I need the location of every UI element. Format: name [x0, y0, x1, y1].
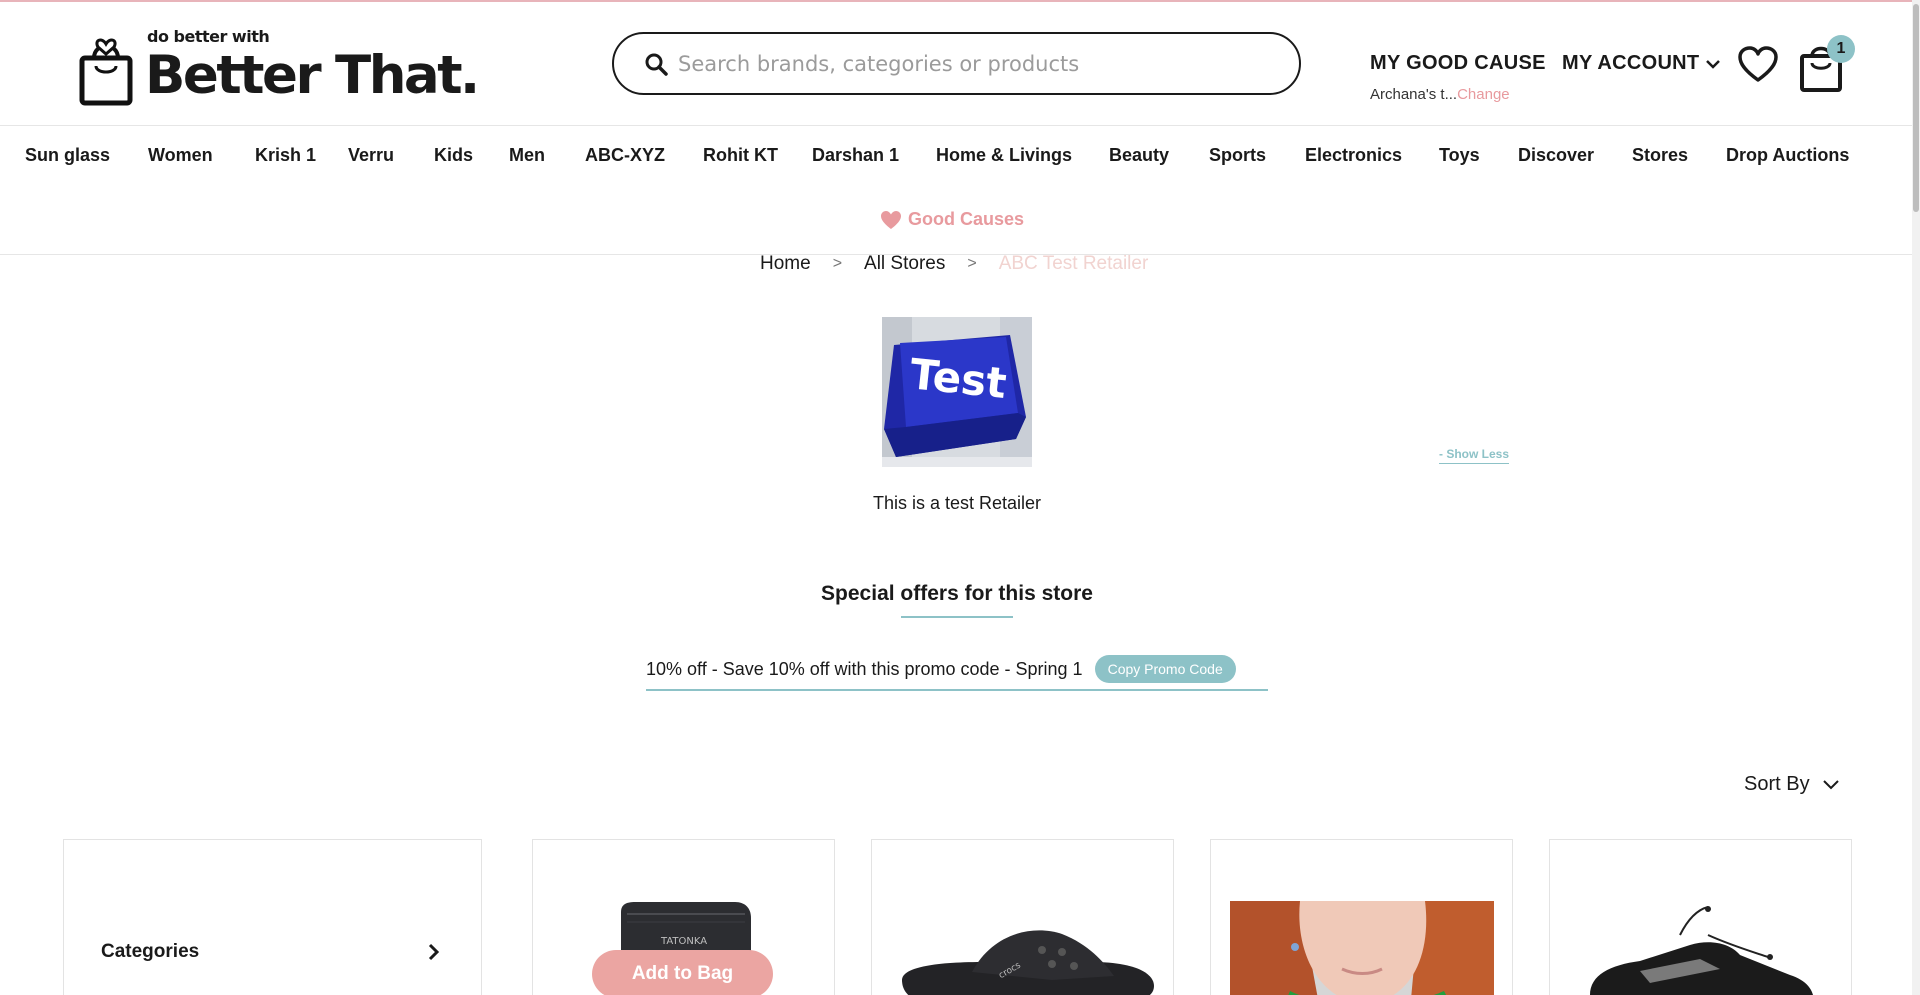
heart-filled-icon	[881, 210, 901, 229]
product-card[interactable]: crocs	[871, 839, 1174, 995]
my-account-menu[interactable]: MY ACCOUNT	[1562, 52, 1721, 75]
breadcrumb: Home > All Stores > ABC Test Retailer	[760, 253, 1148, 275]
breadcrumb-home[interactable]: Home	[760, 253, 811, 275]
breadcrumb-separator: >	[967, 255, 977, 272]
product-shoe-image	[1590, 906, 1813, 995]
breadcrumb-all-stores[interactable]: All Stores	[864, 253, 945, 275]
breadcrumb-current: ABC Test Retailer	[998, 253, 1149, 274]
nav-item-drop-auctions[interactable]: Drop Auctions	[1726, 145, 1849, 166]
nav-item-beauty[interactable]: Beauty	[1109, 145, 1169, 166]
nav-item-women[interactable]: Women	[148, 145, 213, 166]
sort-by-dropdown[interactable]: Sort By	[1744, 773, 1840, 796]
product-card[interactable]	[1549, 839, 1852, 995]
nav-item-discover[interactable]: Discover	[1518, 145, 1594, 166]
show-less-link[interactable]: - Show Less	[1439, 447, 1510, 464]
nav-item-darshan-1[interactable]: Darshan 1	[812, 145, 899, 166]
chevron-down-icon	[1822, 780, 1839, 790]
add-to-bag-button[interactable]: Add to Bag	[592, 950, 773, 995]
sort-by-label: Sort By	[1744, 773, 1810, 795]
offers-heading-underline	[901, 616, 1013, 618]
shopping-bag-logo-icon	[79, 38, 133, 106]
promo-offer: 10% off - Save 10% off with this promo c…	[646, 649, 1268, 691]
heart-icon[interactable]	[1738, 46, 1778, 84]
store-logo-image: Test	[882, 317, 1032, 467]
nav-item-verru[interactable]: Verru	[348, 145, 394, 166]
site-header: do better with Better That. MY GOOD CAUS…	[0, 2, 1912, 126]
scrollbar-thumb[interactable]	[1913, 4, 1919, 212]
product-person-image	[1230, 901, 1494, 995]
logo-wordmark: Better That.	[145, 45, 480, 106]
categories-label[interactable]: Categories	[101, 941, 199, 963]
change-cause-link[interactable]: Change	[1457, 86, 1510, 103]
my-account-label: MY ACCOUNT	[1562, 52, 1700, 74]
chevron-down-icon	[1706, 59, 1721, 69]
search-icon	[645, 53, 668, 76]
special-offers-heading: Special offers for this store	[821, 582, 1093, 605]
logo[interactable]: do better with Better That.	[79, 27, 480, 106]
cart-count-badge: 1	[1827, 35, 1855, 63]
copy-promo-code-button[interactable]: Copy Promo Code	[1094, 655, 1236, 683]
selected-cause: Archana's t...Change	[1370, 86, 1510, 103]
product-wallet-brand: TATONKA	[660, 936, 707, 947]
nav-item-krish-1[interactable]: Krish 1	[255, 145, 316, 166]
nav-item-good-causes[interactable]: Good Causes	[880, 209, 1024, 230]
product-card[interactable]	[1210, 839, 1513, 995]
breadcrumb-separator: >	[832, 255, 843, 272]
search-input[interactable]	[678, 51, 1278, 76]
nav-item-toys[interactable]: Toys	[1439, 145, 1480, 166]
category-nav: Sun glass Women Krish 1 Verru Kids Men A…	[0, 127, 1912, 255]
store-description: This is a test Retailer	[872, 493, 1042, 513]
nav-item-rohit-kt[interactable]: Rohit KT	[703, 145, 778, 166]
promo-text: 10% off - Save 10% off with this promo c…	[646, 658, 1083, 679]
categories-panel: Categories	[63, 839, 482, 995]
nav-item-home-livings[interactable]: Home & Livings	[936, 145, 1072, 166]
search-bar[interactable]	[612, 32, 1301, 95]
nav-item-abc-xyz[interactable]: ABC-XYZ	[585, 145, 665, 166]
nav-item-electronics[interactable]: Electronics	[1305, 145, 1402, 166]
my-good-cause-link[interactable]: MY GOOD CAUSE	[1370, 52, 1546, 75]
product-slide-image: crocs	[902, 930, 1154, 995]
nav-item-sports[interactable]: Sports	[1209, 145, 1266, 166]
nav-item-men[interactable]: Men	[509, 145, 545, 166]
nav-item-stores[interactable]: Stores	[1632, 145, 1688, 166]
store-logo-text: Test	[908, 349, 1009, 408]
nav-item-sun-glass[interactable]: Sun glass	[25, 145, 110, 166]
logo-tagline: do better with	[147, 27, 270, 46]
nav-item-kids[interactable]: Kids	[434, 145, 473, 166]
selected-cause-name: Archana's t...	[1370, 86, 1458, 103]
chevron-right-icon[interactable]	[428, 943, 440, 961]
good-causes-label: Good Causes	[908, 209, 1025, 229]
